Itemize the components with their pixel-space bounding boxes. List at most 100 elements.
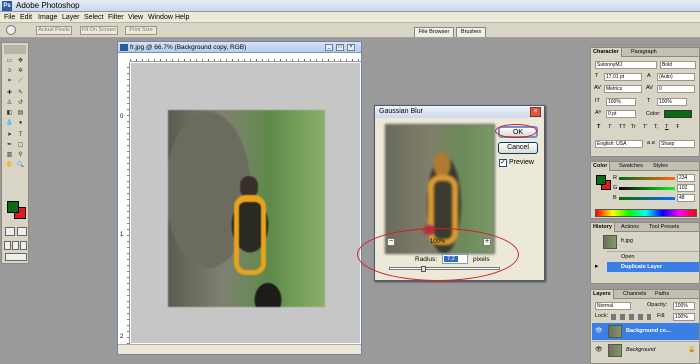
screen-mode-full-icon[interactable] <box>20 241 27 250</box>
history-snapshot-label[interactable]: fr.jpg <box>621 238 633 245</box>
layer-name[interactable]: Background <box>626 347 655 354</box>
menu-filter[interactable]: Filter <box>108 12 124 23</box>
all-caps-button[interactable]: TT <box>619 124 626 131</box>
zoom-tool-icon[interactable]: 🔍 <box>16 161 25 169</box>
blue-channel-slider[interactable] <box>619 197 675 200</box>
dialog-close-icon[interactable]: × <box>530 107 541 117</box>
blend-mode-select[interactable]: Normal <box>595 302 631 310</box>
color-fg-swatch[interactable] <box>596 175 606 185</box>
eyedropper-tool-icon[interactable]: ⚲ <box>16 151 25 159</box>
crop-tool-icon[interactable]: ⌗ <box>5 77 14 85</box>
foreground-color-swatch[interactable] <box>7 201 19 213</box>
cancel-button[interactable]: Cancel <box>498 142 538 154</box>
slice-tool-icon[interactable]: ⟋ <box>16 77 25 85</box>
pen-tool-icon[interactable]: ✒ <box>5 141 14 149</box>
tab-swatches[interactable]: Swatches <box>617 162 645 171</box>
history-item[interactable]: Open <box>607 251 699 261</box>
green-channel-slider[interactable] <box>619 187 675 190</box>
layer-row[interactable]: 👁 Background 🔒 <box>592 341 699 358</box>
text-color-swatch[interactable] <box>664 110 692 118</box>
subscript-button[interactable]: T, <box>654 124 658 131</box>
underline-button[interactable]: T <box>665 124 668 131</box>
screen-mode-standard-icon[interactable] <box>4 241 11 250</box>
layer-visibility-eye-icon[interactable]: 👁 <box>595 328 604 335</box>
language-select[interactable]: English: USA <box>595 140 643 148</box>
red-channel-slider[interactable] <box>619 177 675 180</box>
faux-bold-button[interactable]: T <box>597 124 600 131</box>
menu-window[interactable]: Window <box>148 12 173 23</box>
maximize-button[interactable]: □ <box>336 44 344 51</box>
green-channel-value[interactable]: 102 <box>677 184 695 192</box>
menu-view[interactable]: View <box>128 12 143 23</box>
document-titlebar[interactable]: fr.jpg @ 66.7% (Background copy, RGB) _ … <box>118 42 361 53</box>
shape-tool-icon[interactable]: ▢ <box>16 141 25 149</box>
tab-brushes[interactable]: Brushes <box>456 27 486 37</box>
horizontal-scale-field[interactable]: 100% <box>657 98 687 106</box>
tab-channels[interactable]: Channels <box>621 290 648 299</box>
tab-layers[interactable]: Layers <box>591 290 614 299</box>
clone-stamp-tool-icon[interactable]: ♙ <box>5 99 14 107</box>
menu-help[interactable]: Help <box>175 12 189 23</box>
tab-history[interactable]: History <box>591 223 615 232</box>
font-size-field[interactable]: 17.01 pt <box>604 73 642 81</box>
fit-on-screen-button[interactable]: Fit On Screen <box>80 26 118 35</box>
history-state-slider-icon[interactable]: ▸ <box>595 263 603 271</box>
fill-field[interactable]: 100% <box>673 313 695 321</box>
actual-pixels-button[interactable]: Actual Pixels <box>36 26 72 35</box>
tab-paths[interactable]: Paths <box>653 290 671 299</box>
leading-field[interactable]: (Auto) <box>657 73 695 81</box>
menu-layer[interactable]: Layer <box>62 12 80 23</box>
menu-edit[interactable]: Edit <box>20 12 32 23</box>
standard-mode-icon[interactable] <box>5 227 15 236</box>
brush-tool-icon[interactable]: ✎ <box>16 89 25 97</box>
history-brush-tool-icon[interactable]: ↺ <box>16 99 25 107</box>
eraser-tool-icon[interactable]: ◧ <box>5 109 14 117</box>
close-button[interactable]: × <box>347 44 355 51</box>
tab-color[interactable]: Color <box>591 162 611 171</box>
notes-tool-icon[interactable]: ▥ <box>5 151 14 159</box>
healing-brush-tool-icon[interactable]: ✚ <box>5 89 14 97</box>
kerning-field[interactable]: Metrics <box>604 85 642 93</box>
font-style-select[interactable]: Bold <box>660 61 696 69</box>
strikethrough-button[interactable]: Ŧ <box>676 124 679 131</box>
lock-icons[interactable] <box>611 314 651 320</box>
print-size-button[interactable]: Print Size <box>125 26 157 35</box>
layer-name[interactable]: Background co... <box>626 328 671 335</box>
baseline-shift-field[interactable]: 0 pt <box>606 110 636 118</box>
move-tool-icon[interactable]: ✥ <box>16 57 25 65</box>
jump-to-imageready-icon[interactable] <box>5 253 27 261</box>
tab-paragraph[interactable]: Paragraph <box>629 48 659 57</box>
dialog-titlebar[interactable]: Gaussian Blur × <box>375 106 544 118</box>
preview-checkbox[interactable]: ✓ <box>499 159 507 167</box>
tab-tool-presets[interactable]: Tool Presets <box>647 223 681 232</box>
horizontal-scrollbar[interactable] <box>118 344 361 354</box>
layer-visibility-eye-icon[interactable]: 👁 <box>595 347 604 354</box>
small-caps-button[interactable]: Tr <box>631 124 636 131</box>
marquee-tool-icon[interactable]: ▭ <box>5 57 14 65</box>
tracking-field[interactable]: 0 <box>657 85 695 93</box>
history-item-selected[interactable]: Duplicate Layer <box>607 262 699 272</box>
history-snapshot-thumbnail[interactable] <box>603 235 617 249</box>
opacity-field[interactable]: 100% <box>673 302 695 310</box>
tab-actions[interactable]: Actions <box>619 223 641 232</box>
screen-mode-full-menu-icon[interactable] <box>12 241 19 250</box>
menu-select[interactable]: Select <box>84 12 103 23</box>
faux-italic-button[interactable]: T <box>608 124 611 131</box>
menu-image[interactable]: Image <box>38 12 57 23</box>
menu-file[interactable]: File <box>4 12 15 23</box>
superscript-button[interactable]: T' <box>643 124 647 131</box>
tab-styles[interactable]: Styles <box>651 162 670 171</box>
type-tool-icon[interactable]: T <box>16 131 25 139</box>
quick-mask-icon[interactable] <box>17 227 27 236</box>
red-channel-value[interactable]: 234 <box>677 174 695 182</box>
color-spectrum-bar[interactable] <box>595 209 697 217</box>
magic-wand-tool-icon[interactable]: ✲ <box>16 67 25 75</box>
dodge-tool-icon[interactable]: ● <box>16 119 25 127</box>
layer-row-selected[interactable]: 👁 Background co... <box>592 323 699 340</box>
zoom-tool-icon[interactable] <box>6 25 16 35</box>
vertical-scale-field[interactable]: 100% <box>606 98 636 106</box>
tab-character[interactable]: Character <box>591 48 622 57</box>
hand-tool-icon[interactable]: ✋ <box>5 161 14 169</box>
document-image[interactable] <box>168 110 325 307</box>
lasso-tool-icon[interactable]: ↄ <box>5 67 14 75</box>
